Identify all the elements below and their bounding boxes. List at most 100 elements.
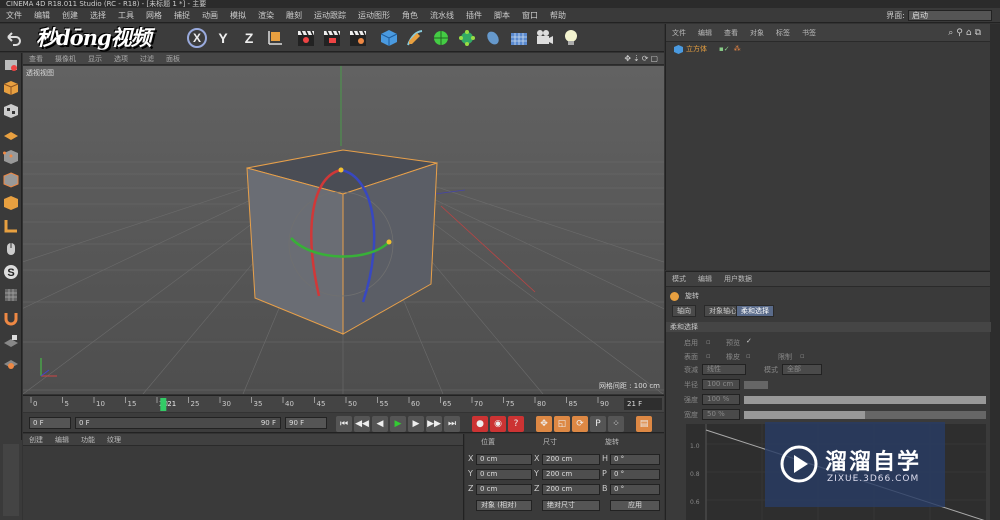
object-menu-view[interactable]: 查看 <box>718 24 744 42</box>
rot-b-field[interactable]: 0 ° <box>610 484 660 495</box>
texture-mode-button[interactable] <box>2 102 20 120</box>
layout-select[interactable]: 启动 <box>908 10 992 21</box>
goto-start-button[interactable]: ⏮ <box>336 416 352 432</box>
points-mode-button[interactable] <box>2 148 20 166</box>
radius-field[interactable]: 100 cm <box>702 379 740 390</box>
material-menu-texture[interactable]: 纹理 <box>101 434 127 446</box>
menu-window[interactable]: 窗口 <box>516 8 544 23</box>
object-row-cube[interactable]: 立方体 ▪✓ ⁂ <box>674 44 741 55</box>
end-frame-field[interactable]: 90 F <box>285 417 327 429</box>
menu-help[interactable]: 帮助 <box>544 8 572 23</box>
light-button[interactable] <box>559 26 583 50</box>
keyframe-selection-button[interactable]: ? <box>508 416 524 432</box>
coordinate-system-button[interactable] <box>263 26 287 50</box>
rubber-checkbox[interactable]: ▫ <box>746 352 751 360</box>
viewport-nav-icons[interactable]: ✥⇣⟳▢ <box>624 53 660 65</box>
goto-next-key-button[interactable]: ▶▶ <box>426 416 442 432</box>
workplane-lock-button[interactable] <box>2 332 20 350</box>
menu-simulate[interactable]: 模拟 <box>224 8 252 23</box>
frame-range-slider[interactable]: 0 F 90 F <box>75 417 281 429</box>
autokey-button[interactable]: ◉ <box>490 416 506 432</box>
object-menu-edit[interactable]: 编辑 <box>692 24 718 42</box>
key-pla-button[interactable]: ⁘ <box>608 416 624 432</box>
perspective-viewport[interactable]: 透视视图 网格间距 : 100 cm <box>23 66 664 394</box>
rot-p-field[interactable]: 0 ° <box>610 469 660 480</box>
menu-select[interactable]: 选择 <box>84 8 112 23</box>
pos-z-field[interactable]: 0 cm <box>476 484 532 495</box>
key-position-button[interactable]: ✥ <box>536 416 552 432</box>
size-z-field[interactable]: 200 cm <box>542 484 600 495</box>
menu-mograph[interactable]: 运动图形 <box>352 8 396 23</box>
magnet-button[interactable] <box>2 309 20 327</box>
menu-script[interactable]: 脚本 <box>488 8 516 23</box>
key-scale-button[interactable]: ◱ <box>554 416 570 432</box>
camera-button[interactable] <box>533 26 557 50</box>
step-forward-button[interactable]: ▶ <box>408 416 424 432</box>
object-visibility-toggle[interactable]: ▪✓ <box>719 44 730 55</box>
pos-x-field[interactable]: 0 cm <box>476 454 532 465</box>
timeline-window-button[interactable]: ▤ <box>636 416 652 432</box>
edges-mode-button[interactable] <box>2 171 20 189</box>
object-menu-bookmarks[interactable]: 书签 <box>796 24 822 42</box>
make-editable-button[interactable] <box>2 56 20 74</box>
tab-soft-selection[interactable]: 柔和选择 <box>736 305 774 317</box>
width-field[interactable]: 50 % <box>702 409 740 420</box>
pen-spline-button[interactable] <box>403 26 427 50</box>
deformer-button[interactable] <box>481 26 505 50</box>
snap-button[interactable]: S <box>2 263 20 281</box>
timeline-ruler[interactable]: 05101520253035404550556065707580859021 2… <box>23 395 664 412</box>
object-menu-object[interactable]: 对象 <box>744 24 770 42</box>
pos-y-field[interactable]: 0 cm <box>476 469 532 480</box>
step-back-button[interactable]: ◀ <box>372 416 388 432</box>
menu-motion-tracking[interactable]: 运动跟踪 <box>308 8 352 23</box>
apply-button[interactable]: 应用 <box>610 500 660 511</box>
array-button[interactable] <box>455 26 479 50</box>
render-picture-viewer-button[interactable] <box>320 26 344 50</box>
preview-checkbox[interactable]: ✓ <box>746 337 752 345</box>
current-frame-field[interactable]: 21 F <box>624 398 662 410</box>
menu-character[interactable]: 角色 <box>396 8 424 23</box>
cube-button[interactable] <box>377 26 401 50</box>
size-mode-select[interactable]: 绝对尺寸 <box>542 500 600 511</box>
coord-mode-select[interactable]: 对象 (相对) <box>476 500 532 511</box>
attr-menu-mode[interactable]: 模式 <box>666 272 692 287</box>
render-settings-button[interactable] <box>346 26 370 50</box>
key-rotation-button[interactable]: ⟳ <box>572 416 588 432</box>
quantize-button[interactable] <box>2 286 20 304</box>
viewport-menu-camera[interactable]: 摄像机 <box>49 53 82 65</box>
menu-render[interactable]: 渲染 <box>252 8 280 23</box>
menu-create[interactable]: 创建 <box>56 8 84 23</box>
menu-snap[interactable]: 捕捉 <box>168 8 196 23</box>
menu-tools[interactable]: 工具 <box>112 8 140 23</box>
tweak-mode-button[interactable] <box>2 240 20 258</box>
material-menu-create[interactable]: 创建 <box>23 434 49 446</box>
object-manager-icons[interactable]: ⌕⚲⌂⧉ <box>948 24 984 42</box>
rot-h-field[interactable]: 0 ° <box>610 454 660 465</box>
axis-mode-button[interactable] <box>2 217 20 235</box>
material-menu-edit[interactable]: 编辑 <box>49 434 75 446</box>
render-view-button[interactable] <box>294 26 318 50</box>
material-menu-function[interactable]: 功能 <box>75 434 101 446</box>
workplane-mode-button[interactable] <box>2 125 20 143</box>
falloff-select[interactable]: 线性 <box>702 364 746 375</box>
object-menu-file[interactable]: 文件 <box>666 24 692 42</box>
polygons-mode-button[interactable] <box>2 194 20 212</box>
goto-prev-key-button[interactable]: ◀◀ <box>354 416 370 432</box>
goto-end-button[interactable]: ⏭ <box>444 416 460 432</box>
restrict-checkbox[interactable]: ▫ <box>800 352 805 360</box>
solo-button[interactable] <box>2 355 20 373</box>
floor-button[interactable] <box>507 26 531 50</box>
strength-field[interactable]: 100 % <box>702 394 740 405</box>
menu-pipeline[interactable]: 流水线 <box>424 8 460 23</box>
start-frame-field[interactable]: 0 F <box>29 417 71 429</box>
viewport-menu-options[interactable]: 选项 <box>108 53 134 65</box>
viewport-menu-panel[interactable]: 面板 <box>160 53 186 65</box>
record-button[interactable]: ● <box>472 416 488 432</box>
z-axis-lock-button[interactable]: Z <box>237 26 261 50</box>
viewport-menu-filter[interactable]: 过滤 <box>134 53 160 65</box>
menu-mesh[interactable]: 网格 <box>140 8 168 23</box>
play-button[interactable]: ▶ <box>390 416 406 432</box>
undo-button[interactable] <box>1 26 25 50</box>
surface-checkbox[interactable]: ▫ <box>706 352 711 360</box>
menu-sculpt[interactable]: 雕刻 <box>280 8 308 23</box>
